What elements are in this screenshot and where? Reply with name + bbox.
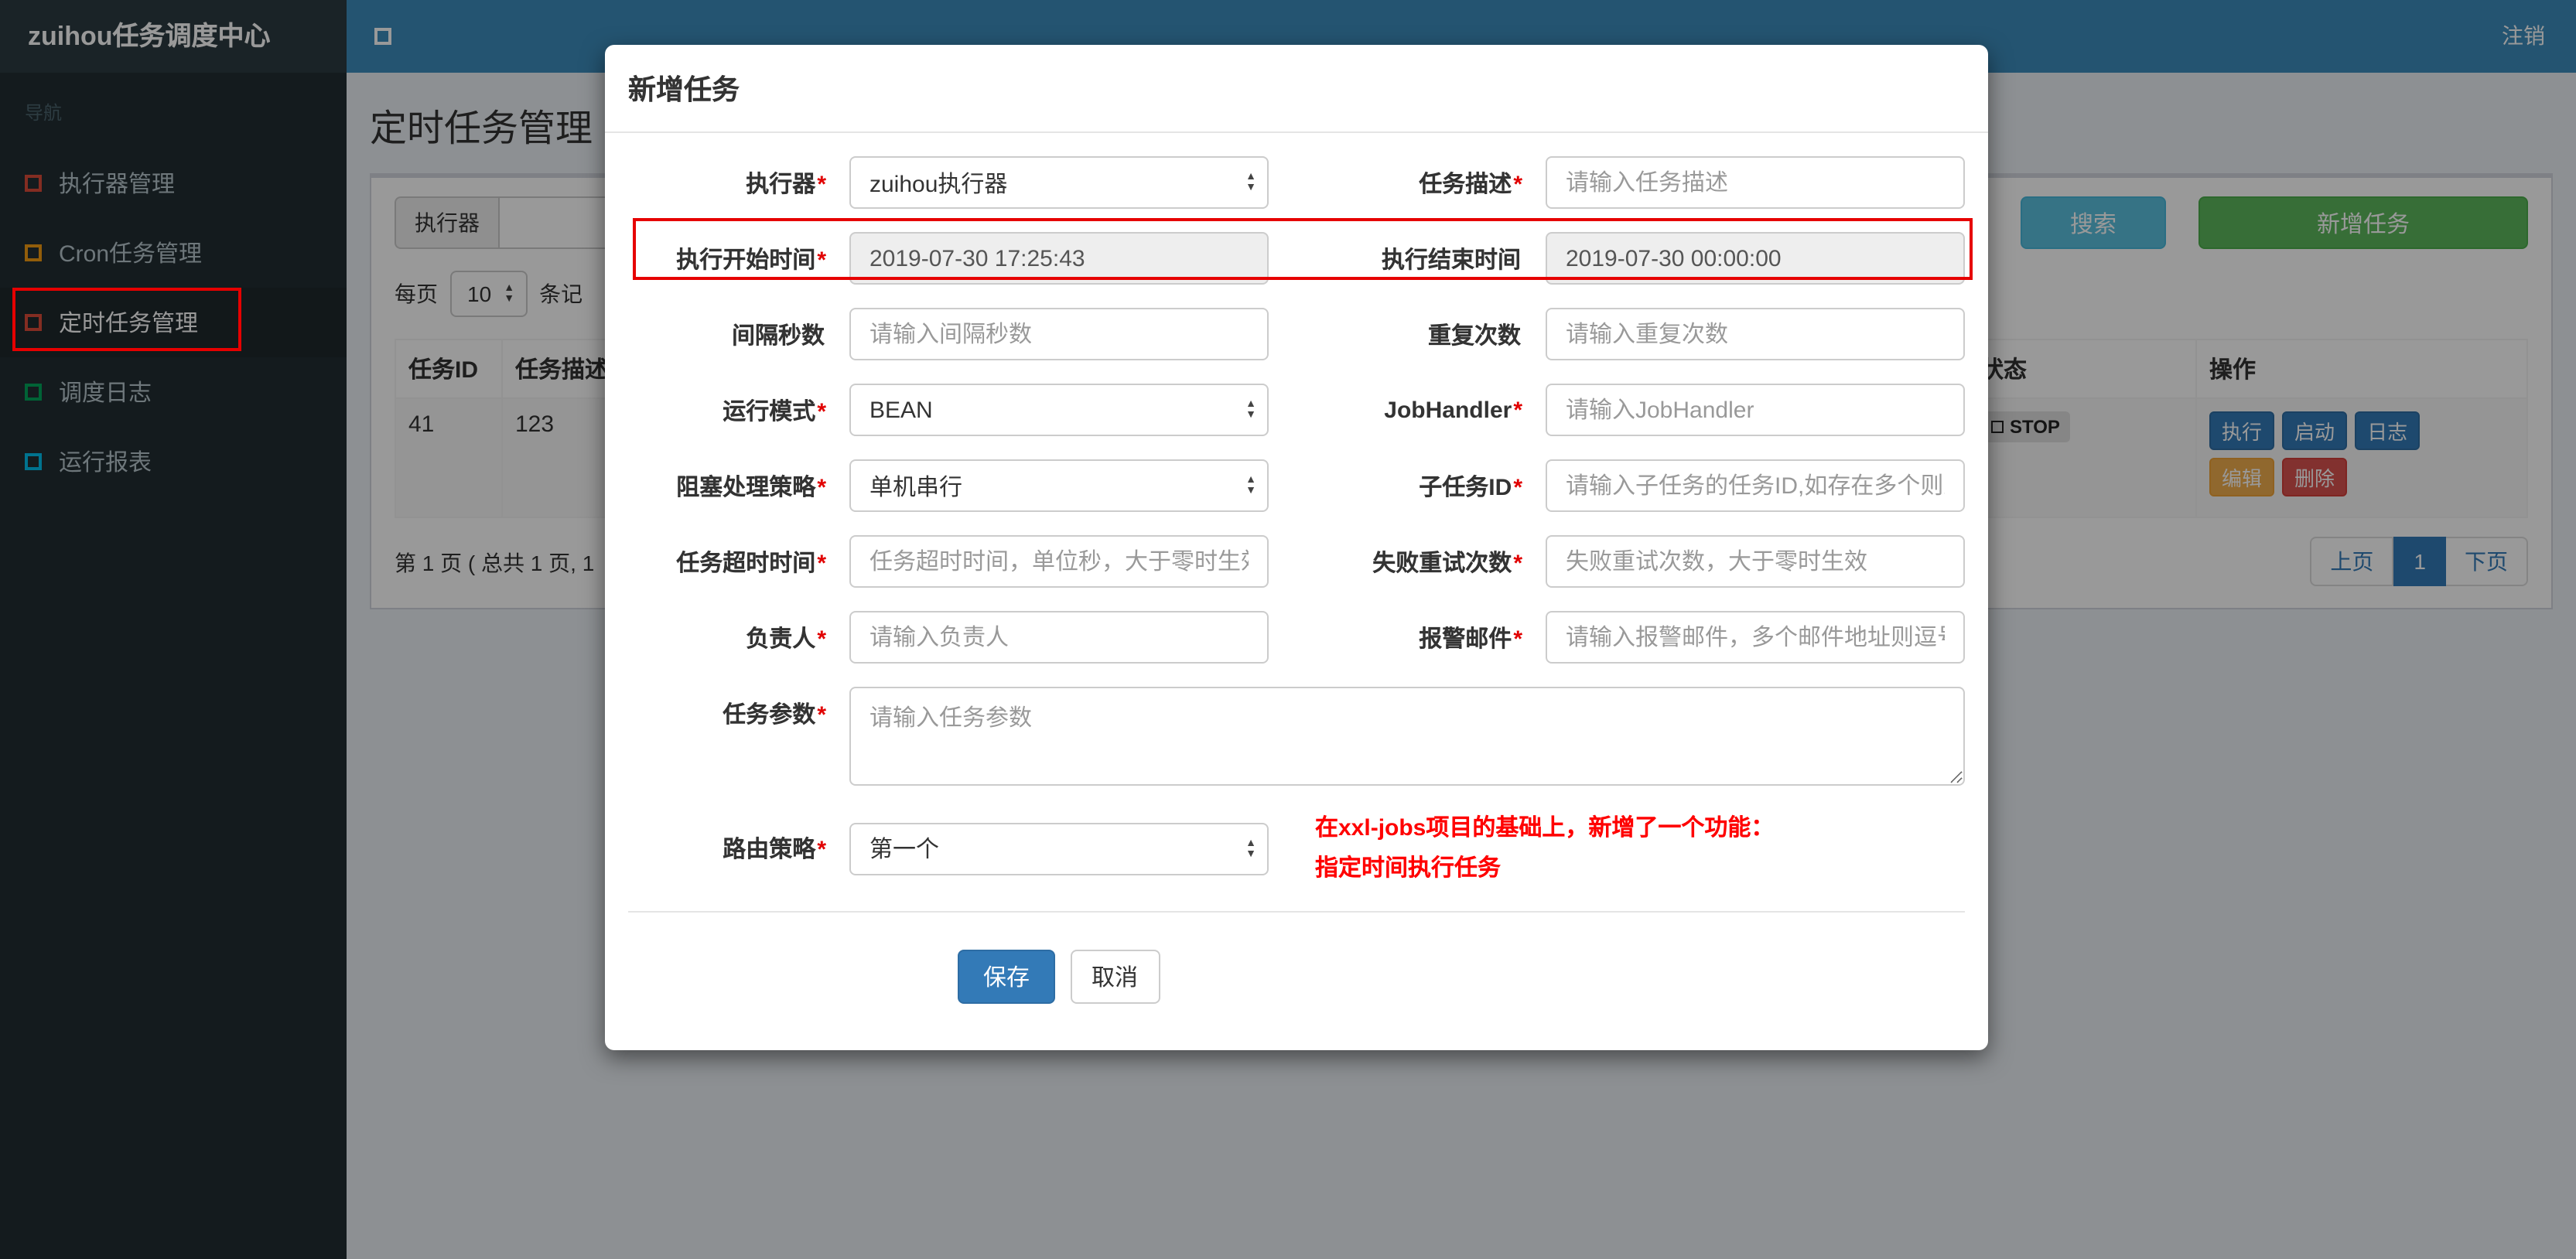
job-param-textarea[interactable] bbox=[849, 687, 1965, 786]
block-strategy-label: 阻塞处理策略 * bbox=[676, 474, 826, 500]
block-strategy-select-value: 单机串行 bbox=[869, 474, 963, 500]
required-asterisk: * bbox=[1513, 397, 1522, 423]
run-mode-select[interactable]: BEAN ▲ ▼ bbox=[849, 384, 1269, 436]
run-mode-label: 运行模式 * bbox=[723, 398, 826, 425]
block-strategy-select[interactable]: 单机串行 ▲ ▼ bbox=[849, 459, 1269, 512]
form-row-1: 执行器 * zuihou执行器 ▲ ▼ 任务描述 * bbox=[628, 156, 1965, 209]
form-row-8-param: 任务参数 * bbox=[628, 687, 1965, 786]
required-asterisk: * bbox=[817, 474, 826, 500]
executor-select-value: zuihou执行器 bbox=[869, 171, 1008, 197]
route-strategy-select-value: 第一个 bbox=[869, 837, 940, 863]
job-desc-label: 任务描述 * bbox=[1419, 171, 1522, 197]
route-strategy-label: 路由策略 * bbox=[723, 837, 826, 863]
end-time-input[interactable] bbox=[1546, 232, 1965, 285]
required-asterisk: * bbox=[817, 626, 826, 652]
select-arrows-icon: ▲ ▼ bbox=[1245, 399, 1256, 421]
job-param-label: 任务参数 * bbox=[723, 702, 826, 728]
required-asterisk: * bbox=[817, 247, 826, 273]
owner-input[interactable] bbox=[849, 611, 1269, 664]
feature-note-line1: 在xxl-jobs项目的基础上，新增了一个功能： bbox=[1315, 815, 1775, 841]
route-strategy-select[interactable]: 第一个 ▲ ▼ bbox=[849, 822, 1269, 875]
form-row-7: 负责人* 报警邮件* bbox=[628, 611, 1965, 664]
required-asterisk: * bbox=[817, 702, 826, 728]
fail-retry-input[interactable] bbox=[1546, 535, 1965, 588]
select-arrows-icon: ▲ ▼ bbox=[1245, 838, 1256, 859]
repeat-count-label: 重复次数 bbox=[1427, 322, 1521, 349]
start-time-label: 执行开始时间 * bbox=[676, 247, 826, 273]
modal-divider bbox=[628, 911, 1965, 913]
feature-note-line2: 指定时间执行任务 bbox=[1315, 855, 1502, 881]
child-job-label: 子任务ID * bbox=[1419, 474, 1522, 500]
fail-retry-label: 失败重试次数 * bbox=[1372, 550, 1522, 576]
required-asterisk: * bbox=[1513, 474, 1522, 500]
save-button[interactable]: 保存 bbox=[958, 950, 1054, 1004]
alarm-email-input[interactable] bbox=[1546, 611, 1965, 664]
modal-footer: 保存 取消 bbox=[628, 950, 1965, 1004]
required-asterisk: * bbox=[1513, 550, 1522, 576]
form-row-3: 间隔秒数 重复次数 bbox=[628, 308, 1965, 360]
executor-label: 执行器 * bbox=[746, 171, 826, 197]
form-row-9-route: 路由策略 * 第一个 ▲ ▼ 在xxl-jobs项目的基础上，新增了一个功能： 指定… bbox=[628, 809, 1965, 888]
required-asterisk: * bbox=[1513, 171, 1522, 197]
required-asterisk: * bbox=[817, 171, 826, 197]
modal-header: 新增任务 bbox=[605, 45, 1988, 133]
form-row-4: 运行模式 * BEAN ▲ ▼ JobHandler * bbox=[628, 384, 1965, 436]
alarm-email-label: 报警邮件 * bbox=[1419, 626, 1522, 652]
required-asterisk: * bbox=[817, 398, 826, 425]
job-desc-input[interactable] bbox=[1546, 156, 1965, 209]
form-row-5: 阻塞处理策略 * 单机串行 ▲ ▼ 子任务ID * bbox=[628, 459, 1965, 512]
modal-body: 执行器* zuihou执行器 ▲▼ 任务描述* 执行开始时间* 执行结束时间 间… bbox=[605, 133, 1988, 1050]
repeat-count-input[interactable] bbox=[1546, 308, 1965, 360]
interval-label: 间隔秒数 bbox=[731, 322, 825, 349]
job-handler-label: JobHandler * bbox=[1384, 397, 1522, 423]
select-arrows-icon: ▲ ▼ bbox=[1245, 172, 1256, 193]
cancel-button[interactable]: 取消 bbox=[1070, 950, 1160, 1004]
required-asterisk: * bbox=[1513, 626, 1522, 652]
start-time-input[interactable] bbox=[849, 232, 1269, 285]
form-row-6: 任务超时时间* 失败重试次数* bbox=[628, 535, 1965, 588]
required-asterisk: * bbox=[817, 837, 826, 863]
app-root: zuihou任务调度中心 注销 导航 执行器管理 Cron任务管理 定时任务管理… bbox=[0, 0, 2576, 1259]
select-arrows-icon: ▲ ▼ bbox=[1245, 475, 1256, 496]
executor-select[interactable]: zuihou执行器 ▲ ▼ bbox=[849, 156, 1269, 209]
timeout-input[interactable] bbox=[849, 535, 1269, 588]
interval-input[interactable] bbox=[849, 308, 1269, 360]
child-job-input[interactable] bbox=[1546, 459, 1965, 512]
owner-label: 负责人 * bbox=[746, 626, 826, 652]
modal-title: 新增任务 bbox=[628, 74, 740, 105]
form-row-2-time: 执行开始时间* 执行结束时间 bbox=[628, 232, 1965, 285]
required-asterisk: * bbox=[817, 550, 826, 576]
run-mode-select-value: BEAN bbox=[869, 397, 933, 423]
feature-note: 在xxl-jobs项目的基础上，新增了一个功能： 指定时间执行任务 bbox=[1315, 809, 1965, 888]
add-job-modal: 新增任务 执行器* zuihou执行器 ▲▼ 任务描述* 执行开始时间* 执行结… bbox=[605, 45, 1988, 1050]
end-time-label: 执行结束时间 bbox=[1381, 247, 1521, 273]
job-handler-input[interactable] bbox=[1546, 384, 1965, 436]
timeout-label: 任务超时时间 * bbox=[676, 550, 826, 576]
